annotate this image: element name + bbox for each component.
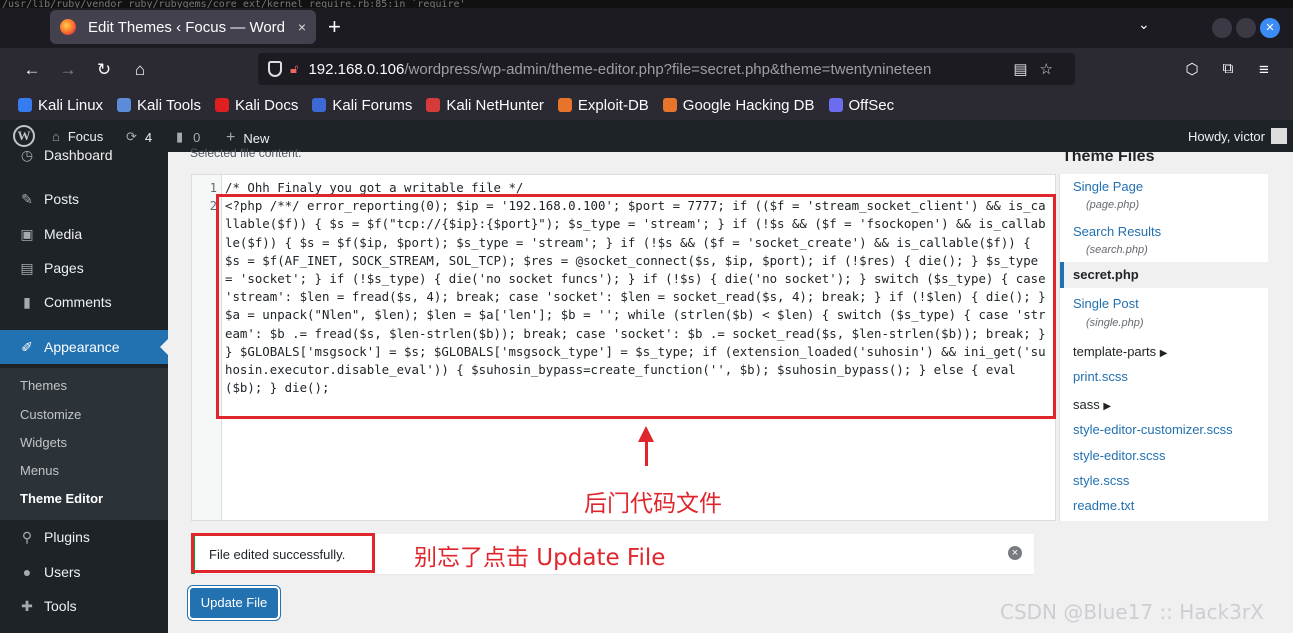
file-sub: (single.php)	[1086, 317, 1144, 329]
submenu-widgets[interactable]: Widgets	[20, 435, 67, 450]
url-bar[interactable]: 🔓︎ 192.168.0.106/wordpress/wp-admin/them…	[258, 53, 1075, 85]
bookmarks-bar: Kali Linux Kali Tools Kali Docs Kali For…	[0, 90, 1293, 120]
sidebar-item-plugins[interactable]: ⚲ Plugins	[0, 520, 168, 554]
comment-icon: ▮	[23, 293, 31, 310]
kali-icon	[18, 98, 32, 112]
kali-docs-icon	[214, 98, 229, 112]
user-icon: ●	[22, 564, 32, 580]
new-content-link[interactable]: + New	[226, 129, 269, 147]
plus-icon: +	[226, 129, 236, 146]
avatar[interactable]	[1271, 128, 1287, 144]
bookmark-exploit-db[interactable]: Exploit-DB	[557, 97, 649, 114]
submenu-menus[interactable]: Menus	[20, 463, 59, 478]
line-number: 1	[209, 181, 217, 195]
appearance-submenu: Themes Customize Widgets Menus Theme Edi…	[0, 368, 168, 520]
reload-icon[interactable]: ↻	[92, 60, 116, 80]
file-single-page[interactable]: Single Page	[1073, 179, 1143, 194]
update-file-button[interactable]: Update File	[190, 588, 278, 618]
tab-title: Edit Themes ‹ Focus — Word	[88, 18, 286, 36]
caret-right-icon: ▶	[1103, 401, 1112, 412]
file-readme[interactable]: readme.txt	[1073, 498, 1134, 513]
sidebar-item-pages[interactable]: ▤ Pages	[0, 251, 168, 285]
menu-icon[interactable]: ≡	[1252, 60, 1276, 80]
backdoor-annotation: 后门代码文件	[584, 491, 722, 517]
dashboard-icon: ◷	[20, 146, 34, 163]
folder-template-parts[interactable]: template-parts ▶	[1073, 344, 1167, 359]
tab-list-chevron-icon[interactable]: ⌄	[1138, 16, 1150, 33]
file-style-editor-customizer[interactable]: style-editor-customizer.scss	[1073, 422, 1233, 437]
submenu-themes[interactable]: Themes	[20, 378, 67, 393]
brush-icon: ✐	[21, 338, 33, 355]
folder-sass[interactable]: sass ▶	[1073, 397, 1111, 412]
pages-icon: ▤	[20, 259, 34, 276]
file-secret-php[interactable]: secret.php	[1060, 262, 1268, 288]
sidebar-item-media[interactable]: ▣ Media	[0, 217, 168, 251]
tab-close-icon[interactable]: ×	[298, 19, 306, 35]
nethunter-icon	[426, 98, 441, 112]
sidebar-item-dashboard[interactable]: ◷ Dashboard	[0, 138, 168, 172]
theme-files-title: Theme Files	[1062, 148, 1155, 165]
sidebar-item-tools[interactable]: ✚ Tools	[0, 589, 168, 623]
sidebar-item-users[interactable]: ● Users	[0, 555, 168, 589]
sidebar-item-appearance[interactable]: ✐ Appearance	[0, 330, 168, 364]
pin-icon: ✎	[21, 190, 33, 207]
file-search-results[interactable]: Search Results	[1073, 224, 1161, 239]
plugin-icon: ⚲	[21, 528, 33, 545]
submenu-theme-editor[interactable]: Theme Editor	[20, 491, 103, 506]
selected-file-label: Selected file content:	[190, 146, 302, 160]
watermark: CSDN @Blue17 :: Hack3rX	[1000, 600, 1264, 624]
theme-files-list: Single Page (page.php) Search Results (s…	[1059, 174, 1268, 521]
ghdb-icon	[662, 98, 677, 112]
file-style-scss[interactable]: style.scss	[1073, 473, 1129, 488]
backdoor-highlight-box	[216, 194, 1056, 419]
file-sub: (search.php)	[1086, 244, 1148, 256]
file-print-scss[interactable]: print.scss	[1073, 369, 1128, 384]
kali-forums-icon	[312, 98, 327, 112]
bookmark-kali-forums[interactable]: Kali Forums	[312, 97, 412, 114]
file-single-post[interactable]: Single Post	[1073, 296, 1139, 311]
pocket-icon[interactable]: ⬡	[1180, 60, 1204, 78]
home-icon[interactable]: ⌂	[128, 60, 152, 80]
bookmark-offsec[interactable]: OffSec	[828, 97, 894, 114]
update-hint-annotation: 别忘了点击 Update File	[414, 545, 666, 571]
bookmark-google-hacking-db[interactable]: Google Hacking DB	[662, 97, 815, 114]
file-sub: (page.php)	[1086, 199, 1140, 211]
insecure-lock-icon[interactable]: 🔓︎	[290, 61, 298, 77]
firefox-icon	[60, 19, 76, 35]
url-path: /wordpress/wp-admin/theme-editor.php?fil…	[404, 60, 932, 78]
back-arrow-icon[interactable]: ←	[20, 60, 44, 80]
close-window-button[interactable]: ✕	[1260, 18, 1280, 38]
minimize-window-button[interactable]	[1212, 18, 1232, 38]
comment-icon: ▮	[176, 129, 184, 144]
howdy-user[interactable]: Howdy, victor	[1188, 129, 1265, 144]
forward-arrow-icon[interactable]: →	[56, 60, 80, 80]
maximize-window-button[interactable]	[1236, 18, 1256, 38]
arrow-shaft	[645, 440, 648, 466]
browser-tab[interactable]: Edit Themes ‹ Focus — Word ×	[50, 10, 316, 44]
file-style-editor[interactable]: style-editor.scss	[1073, 448, 1165, 463]
url-host: 192.168.0.106	[308, 60, 405, 78]
notice-highlight-box	[191, 533, 375, 573]
reader-bookmark-icons[interactable]: ▤☆	[1013, 60, 1065, 78]
comments-link[interactable]: ▮ 0	[176, 129, 200, 145]
kali-tools-icon	[117, 98, 132, 112]
submenu-customize[interactable]: Customize	[20, 407, 81, 422]
new-tab-button[interactable]: +	[328, 14, 341, 40]
bookmark-kali-linux[interactable]: Kali Linux	[18, 97, 103, 114]
offsec-icon	[828, 98, 843, 112]
shield-icon[interactable]	[268, 61, 282, 77]
caret-right-icon: ▶	[1159, 348, 1168, 359]
wrench-icon: ✚	[21, 597, 33, 614]
bookmark-kali-docs[interactable]: Kali Docs	[214, 97, 298, 114]
extensions-icon[interactable]: ⧉	[1216, 60, 1240, 77]
dismiss-icon[interactable]: ×	[1008, 546, 1022, 560]
media-icon: ▣	[20, 225, 34, 242]
bookmark-kali-tools[interactable]: Kali Tools	[117, 97, 201, 114]
sidebar-item-posts[interactable]: ✎ Posts	[0, 182, 168, 216]
sidebar-item-comments[interactable]: ▮ Comments	[0, 285, 168, 319]
bookmark-kali-nethunter[interactable]: Kali NetHunter	[426, 97, 544, 114]
exploit-db-icon	[557, 98, 572, 112]
